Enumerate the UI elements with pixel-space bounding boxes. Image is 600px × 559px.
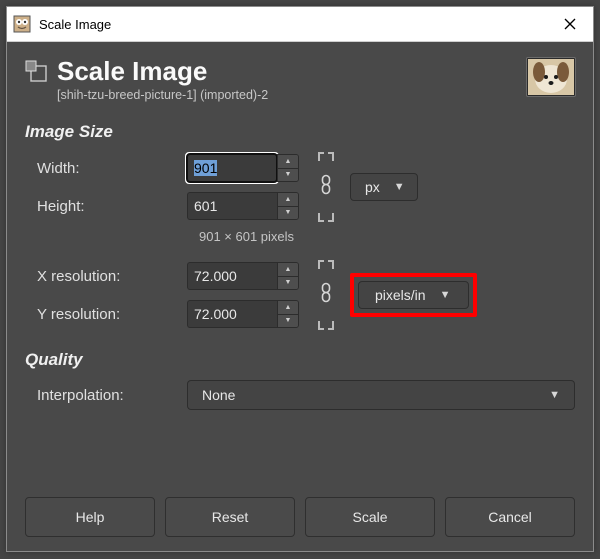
- yres-input[interactable]: [187, 300, 277, 328]
- width-input[interactable]: [187, 154, 277, 182]
- arrow-up-icon[interactable]: ▲: [278, 301, 298, 315]
- app-icon: [13, 15, 31, 33]
- chain-link-icon: [319, 283, 333, 303]
- label-height: Height:: [37, 198, 187, 215]
- arrow-down-icon[interactable]: ▼: [278, 207, 298, 220]
- scale-image-dialog: Scale Image Scale Image [shih-tzu-breed-…: [6, 6, 594, 552]
- size-chain-toggle[interactable]: [319, 175, 333, 200]
- cancel-button[interactable]: Cancel: [445, 497, 575, 537]
- dialog-subtitle: [shih-tzu-breed-picture-1] (imported)-2: [57, 88, 268, 102]
- res-unit-value: pixels/in: [375, 287, 426, 303]
- arrow-down-icon[interactable]: ▼: [278, 277, 298, 290]
- size-unit-container: px ▼: [350, 173, 418, 201]
- arrow-up-icon[interactable]: ▲: [278, 155, 298, 169]
- dialog-body: Scale Image [shih-tzu-breed-picture-1] (…: [7, 42, 593, 551]
- chain-link-icon: [319, 175, 333, 195]
- section-image-size: Image Size: [25, 122, 575, 142]
- dialog-header: Scale Image [shih-tzu-breed-picture-1] (…: [25, 56, 575, 102]
- interpolation-dropdown[interactable]: None ▼: [187, 380, 575, 410]
- os-titlebar: Scale Image: [7, 7, 593, 42]
- chevron-down-icon: ▼: [549, 389, 560, 401]
- interpolation-value: None: [202, 387, 235, 403]
- res-link-bracket: [312, 260, 340, 330]
- label-yres: Y resolution:: [37, 306, 187, 323]
- res-unit-dropdown[interactable]: pixels/in ▼: [358, 281, 469, 309]
- chevron-down-icon: ▼: [394, 181, 405, 193]
- scale-icon: [25, 60, 47, 82]
- size-unit-value: px: [365, 179, 380, 195]
- arrow-up-icon[interactable]: ▲: [278, 263, 298, 277]
- size-link-bracket: [312, 152, 340, 222]
- width-stepper[interactable]: ▲▼: [277, 154, 299, 182]
- height-input[interactable]: [187, 192, 277, 220]
- pixel-dimensions-note: 901 × 601 pixels: [199, 229, 294, 244]
- size-unit-dropdown[interactable]: px ▼: [350, 173, 418, 201]
- xres-input[interactable]: [187, 262, 277, 290]
- label-width: Width:: [37, 160, 187, 177]
- dialog-title: Scale Image: [57, 56, 268, 87]
- arrow-down-icon[interactable]: ▼: [278, 315, 298, 328]
- image-thumbnail: [527, 58, 575, 96]
- xres-spinbox[interactable]: ▲▼: [187, 262, 299, 290]
- chevron-down-icon: ▼: [440, 289, 451, 301]
- section-quality: Quality: [25, 350, 575, 370]
- yres-spinbox[interactable]: ▲▼: [187, 300, 299, 328]
- height-spinbox[interactable]: ▲▼: [187, 192, 299, 220]
- arrow-down-icon[interactable]: ▼: [278, 169, 298, 182]
- label-interpolation: Interpolation:: [37, 387, 187, 404]
- dialog-header-text: Scale Image [shih-tzu-breed-picture-1] (…: [57, 56, 268, 102]
- scale-button[interactable]: Scale: [305, 497, 435, 537]
- close-icon: [564, 18, 576, 30]
- width-spinbox[interactable]: ▲▼: [187, 154, 299, 182]
- arrow-up-icon[interactable]: ▲: [278, 193, 298, 207]
- dialog-buttons: Help Reset Scale Cancel: [25, 481, 575, 537]
- xres-stepper[interactable]: ▲▼: [277, 262, 299, 290]
- res-chain-toggle[interactable]: [319, 283, 333, 308]
- help-button[interactable]: Help: [25, 497, 155, 537]
- os-title: Scale Image: [39, 17, 547, 32]
- height-stepper[interactable]: ▲▼: [277, 192, 299, 220]
- yres-stepper[interactable]: ▲▼: [277, 300, 299, 328]
- window-close-button[interactable]: [547, 7, 593, 41]
- label-xres: X resolution:: [37, 268, 187, 285]
- reset-button[interactable]: Reset: [165, 497, 295, 537]
- annotation-highlight: pixels/in ▼: [350, 273, 477, 317]
